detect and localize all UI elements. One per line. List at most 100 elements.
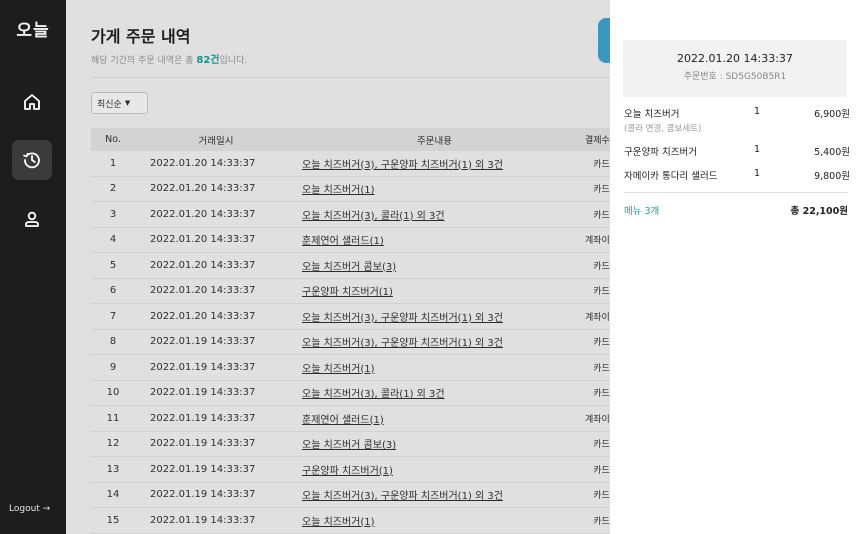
- item-option: (콜라 변경, 콤보세트): [624, 124, 702, 134]
- item-price: 5,400원: [814, 147, 850, 158]
- cell-date: 2022.01.19 14:33:37: [150, 463, 256, 475]
- menu-count: 메뉴 3개: [624, 206, 660, 217]
- item-name: 자메이카 통다리 샐러드: [624, 171, 718, 182]
- nav-home-button[interactable]: [12, 82, 52, 122]
- table-row[interactable]: 1 2022.01.20 14:33:37 오늘 치즈버거(3), 구운양파 치즈버…: [91, 151, 636, 177]
- item-qty: 1: [754, 144, 761, 155]
- receipt-divider: [624, 192, 848, 193]
- cell-menu-link[interactable]: 훈제연어 샐러드(1): [297, 411, 567, 426]
- receipt-item: 자메이카 통다리 샐러드 1 9,800원: [624, 168, 850, 182]
- table-row[interactable]: 4 2022.01.20 14:33:37 훈제연어 샐러드(1) 계좌이체: [91, 228, 636, 253]
- item-qty: 1: [754, 106, 761, 117]
- cell-no: 6: [109, 285, 117, 297]
- receipt-summary: 메뉴 3개 총 22,100원: [624, 203, 848, 217]
- home-icon: [24, 94, 40, 110]
- cell-date: 2022.01.19 14:33:37: [150, 387, 256, 399]
- sidebar: 오늘 Logout →: [0, 0, 66, 534]
- order-count: 82건: [196, 55, 220, 66]
- table-body: 1 2022.01.20 14:33:37 오늘 치즈버거(3), 구운양파 치즈버…: [91, 151, 636, 534]
- page-title: 가게 주문 내역: [91, 27, 191, 46]
- table-row[interactable]: 15 2022.01.19 14:33:37 오늘 치즈버거(1) 카드: [91, 508, 636, 534]
- table-row[interactable]: 2 2022.01.20 14:33:37 오늘 치즈버거(1) 카드: [91, 177, 636, 202]
- receipt-panel: 2022.01.20 14:33:37 주문번호 : SD5G50B5R1 오늘…: [610, 0, 858, 534]
- sort-selected-value: 최신순: [97, 99, 122, 110]
- cell-date: 2022.01.20 14:33:37: [150, 259, 256, 271]
- cell-date: 2022.01.19 14:33:37: [150, 489, 256, 501]
- subtitle-prefix: 해당 기간의 주문 내역은 총: [91, 56, 197, 66]
- history-icon: [23, 152, 40, 169]
- receipt-header: 2022.01.20 14:33:37 주문번호 : SD5G50B5R1: [623, 40, 847, 97]
- receipt-item: 구운양파 치즈버거 1 5,400원: [624, 144, 850, 158]
- cell-date: 2022.01.19 14:33:37: [150, 336, 256, 348]
- sort-select[interactable]: 최신순 ▼: [91, 92, 148, 114]
- cell-menu-link[interactable]: 오늘 치즈버거 콤보(3): [297, 436, 567, 451]
- cell-no: 2: [109, 183, 117, 195]
- table-row[interactable]: 13 2022.01.19 14:33:37 구운양파 치즈버거(1) 카드: [91, 457, 636, 483]
- cell-menu-link[interactable]: 오늘 치즈버거(3), 구운양파 치즈버거(1) 외 3건: [297, 487, 567, 502]
- item-price: 9,800원: [814, 171, 850, 182]
- cell-no: 3: [109, 208, 117, 220]
- cell-menu-link[interactable]: 오늘 치즈버거(1): [297, 181, 567, 196]
- cell-no: 7: [109, 310, 117, 322]
- item-name: 구운양파 치즈버거: [624, 147, 697, 158]
- receipt-item: 오늘 치즈버거 1 6,900원 (콜라 변경, 콤보세트): [624, 106, 850, 134]
- cell-no: 12: [106, 438, 120, 450]
- cell-date: 2022.01.20 14:33:37: [150, 183, 256, 195]
- nav-user-button[interactable]: [12, 199, 52, 239]
- col-menu: 주문내용: [417, 135, 452, 147]
- receipt-items: 오늘 치즈버거 1 6,900원 (콜라 변경, 콤보세트) 구운양파 치즈버거…: [624, 106, 850, 192]
- cell-no: 13: [106, 463, 120, 475]
- cell-menu-link[interactable]: 구운양파 치즈버거(1): [297, 283, 567, 298]
- cell-menu-link[interactable]: 오늘 치즈버거(3), 콜라(1) 외 3건: [297, 207, 567, 222]
- order-total: 총 22,100원: [790, 206, 848, 217]
- cell-date: 2022.01.19 14:33:37: [150, 412, 256, 424]
- table-row[interactable]: 14 2022.01.19 14:33:37 오늘 치즈버거(3), 구운양파 치즈…: [91, 483, 636, 508]
- cell-date: 2022.01.20 14:33:37: [150, 234, 256, 246]
- cell-menu-link[interactable]: 구운양파 치즈버거(1): [297, 462, 567, 477]
- table-row[interactable]: 12 2022.01.19 14:33:37 오늘 치즈버거 콤보(3) 카드: [91, 432, 636, 457]
- table-row[interactable]: 3 2022.01.20 14:33:37 오늘 치즈버거(3), 콜라(1) 외 …: [91, 202, 636, 228]
- table-header: No. 거래일시 주문내용 결제수단: [91, 128, 636, 151]
- cell-no: 10: [106, 387, 120, 399]
- cell-menu-link[interactable]: 오늘 치즈버거(3), 구운양파 치즈버거(1) 외 3건: [297, 156, 567, 171]
- cell-menu-link[interactable]: 오늘 치즈버거(1): [297, 360, 567, 375]
- cell-no: 4: [109, 234, 117, 246]
- table-row[interactable]: 5 2022.01.20 14:33:37 오늘 치즈버거 콤보(3) 카드: [91, 253, 636, 279]
- table-row[interactable]: 6 2022.01.20 14:33:37 구운양파 치즈버거(1) 카드: [91, 279, 636, 304]
- table-row[interactable]: 8 2022.01.19 14:33:37 오늘 치즈버거(3), 구운양파 치즈버…: [91, 330, 636, 355]
- table-row[interactable]: 9 2022.01.19 14:33:37 오늘 치즈버거(1) 카드: [91, 355, 636, 381]
- cell-no: 14: [106, 489, 120, 501]
- cell-date: 2022.01.19 14:33:37: [150, 514, 256, 526]
- cell-date: 2022.01.20 14:33:37: [150, 285, 256, 297]
- cell-no: 1: [109, 157, 117, 169]
- nav-history-button[interactable]: [12, 140, 52, 180]
- cell-menu-link[interactable]: 오늘 치즈버거(3), 콜라(1) 외 3건: [297, 385, 567, 400]
- cell-menu-link[interactable]: 오늘 치즈버거(3), 구운양파 치즈버거(1) 외 3건: [297, 309, 567, 324]
- cell-date: 2022.01.19 14:33:37: [150, 438, 256, 450]
- table-row[interactable]: 7 2022.01.20 14:33:37 오늘 치즈버거(3), 구운양파 치즈버…: [91, 304, 636, 330]
- page-subtitle: 해당 기간의 주문 내역은 총 82건입니다.: [91, 51, 247, 66]
- cell-menu-link[interactable]: 훈제연어 샐러드(1): [297, 232, 567, 247]
- subtitle-suffix: 입니다.: [219, 56, 248, 66]
- app-logo: 오늘: [16, 21, 50, 41]
- cell-no: 11: [106, 412, 120, 424]
- cell-no: 8: [109, 336, 117, 348]
- item-qty: 1: [754, 168, 761, 179]
- table-row[interactable]: 10 2022.01.19 14:33:37 오늘 치즈버거(3), 콜라(1) 외…: [91, 381, 636, 406]
- cell-menu-link[interactable]: 오늘 치즈버거(3), 구운양파 치즈버거(1) 외 3건: [297, 334, 567, 349]
- receipt-date: 2022.01.20 14:33:37: [677, 52, 793, 65]
- cell-date: 2022.01.20 14:33:37: [150, 310, 256, 322]
- orders-table: No. 거래일시 주문내용 결제수단 1 2022.01.20 14:33:37 오…: [91, 128, 636, 534]
- cell-no: 9: [109, 361, 117, 373]
- caret-down-icon: ▼: [124, 99, 131, 107]
- table-row[interactable]: 11 2022.01.19 14:33:37 훈제연어 샐러드(1) 계좌이체: [91, 406, 636, 432]
- cell-menu-link[interactable]: 오늘 치즈버거(1): [297, 513, 567, 528]
- cell-menu-link[interactable]: 오늘 치즈버거 콤보(3): [297, 258, 567, 273]
- cell-date: 2022.01.20 14:33:37: [150, 157, 256, 169]
- receipt-order-number: 주문번호 : SD5G50B5R1: [683, 72, 787, 82]
- logout-link[interactable]: Logout →: [9, 504, 50, 514]
- cell-no: 5: [109, 259, 117, 271]
- col-date: 거래일시: [198, 135, 234, 147]
- cell-date: 2022.01.19 14:33:37: [150, 361, 256, 373]
- header-divider: [91, 77, 611, 78]
